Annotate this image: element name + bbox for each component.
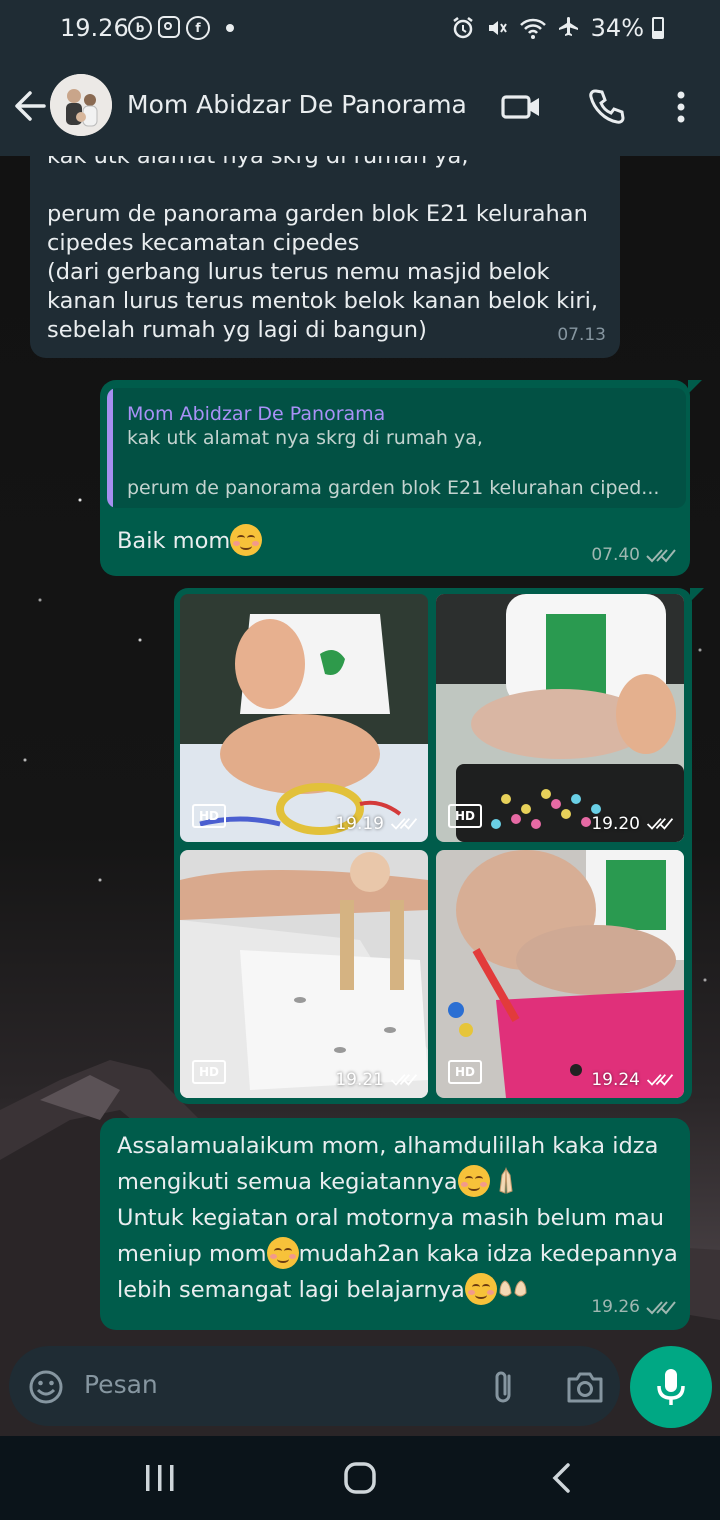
battery-icon	[652, 17, 664, 39]
video-call-icon[interactable]	[500, 86, 542, 128]
message-text-line-2: mengikuti semua kegiatannya	[117, 1169, 458, 1195]
photo-time: 19.20	[591, 814, 674, 834]
back-arrow-icon[interactable]	[12, 86, 48, 126]
contact-avatar[interactable]	[50, 74, 112, 136]
dot-icon	[226, 24, 234, 32]
mute-icon	[488, 21, 507, 35]
contact-name[interactable]: Mom Abidzar De Panorama	[127, 90, 467, 119]
media-album[interactable]: HD 19.19 HD 19.20 HD 19.21 HD 19.24	[174, 588, 704, 1104]
battery-percent: 34%	[590, 14, 644, 42]
facebook-icon: f	[186, 16, 210, 40]
double-check-icon	[646, 548, 676, 562]
hd-badge: HD	[192, 804, 226, 828]
outgoing-message[interactable]: Assalamualaikum mom, alhamdulillah kaka …	[100, 1118, 690, 1330]
back-nav-icon[interactable]	[548, 1462, 578, 1494]
bubble-tail	[688, 380, 702, 394]
photo-time: 19.24	[591, 1070, 674, 1090]
b-icon: b	[128, 16, 152, 40]
message-meta: 07.13	[557, 321, 606, 350]
microphone-icon	[657, 1369, 685, 1405]
smiling-face-emoji	[266, 1237, 299, 1269]
chat-header: Mom Abidzar De Panorama	[0, 60, 720, 156]
airplane-icon	[558, 17, 578, 36]
photo-time: 19.21	[335, 1070, 418, 1090]
message-text-line-4a: meniup mom	[117, 1241, 267, 1267]
double-check-icon	[646, 1300, 676, 1314]
message-text-line-3: Untuk kegiatan oral motornya masih belum…	[117, 1205, 665, 1231]
voice-message-button[interactable]	[630, 1346, 712, 1428]
message-input[interactable]: Pesan	[84, 1370, 158, 1399]
photo-thumbnail[interactable]: HD 19.21	[180, 850, 428, 1098]
photo-time-text: 19.19	[335, 814, 384, 834]
instagram-icon	[158, 16, 180, 38]
message-time: 07.40	[591, 545, 640, 565]
folded-hands-emoji	[499, 1167, 513, 1194]
status-time: 19.26	[60, 14, 129, 42]
message-body: Assalamualaikum mom, alhamdulillah kaka …	[117, 1128, 678, 1308]
double-check-icon	[390, 818, 418, 830]
status-bar: 19.26 b f 34%	[0, 0, 720, 60]
camera-icon[interactable]	[565, 1368, 605, 1406]
message-time: 07.13	[557, 325, 606, 345]
double-check-icon	[646, 1074, 674, 1086]
message-time: 19.26	[591, 1297, 640, 1317]
system-icons: 34%	[451, 14, 644, 42]
photo-thumbnail[interactable]: HD 19.19	[180, 594, 428, 842]
outgoing-reply-message[interactable]: Mom Abidzar De Panorama kak utk alamat n…	[100, 380, 702, 576]
message-text-line-5: lebih semangat lagi belajarnya	[117, 1277, 465, 1303]
message-text-line-1: Assalamualaikum mom, alhamdulillah kaka …	[117, 1133, 659, 1159]
more-options-icon[interactable]	[660, 86, 702, 128]
double-check-icon	[390, 1074, 418, 1086]
wifi-icon	[519, 18, 546, 39]
notification-icons: b f	[128, 16, 234, 40]
recent-apps-icon[interactable]	[142, 1462, 178, 1494]
emoji-icon[interactable]	[27, 1368, 65, 1406]
hd-badge: HD	[192, 1060, 226, 1084]
message-text: kak utk alamat nya skrg di rumah ya, per…	[47, 143, 599, 343]
message-text: Baik mom	[117, 528, 231, 554]
photo-thumbnail[interactable]: HD 19.20	[436, 594, 684, 842]
system-navigation-bar	[0, 1436, 720, 1520]
voice-call-icon[interactable]	[586, 86, 628, 128]
photo-time-text: 19.20	[591, 814, 640, 834]
smiling-face-emoji	[230, 524, 263, 556]
smiling-face-emoji	[464, 1273, 497, 1305]
alarm-icon	[452, 17, 473, 39]
message-text-line-4b: mudah2an kaka idza kedepannya	[298, 1241, 678, 1267]
quoted-message[interactable]: Mom Abidzar De Panorama kak utk alamat n…	[107, 388, 686, 508]
quoted-text: kak utk alamat nya skrg di rumah ya, per…	[127, 427, 660, 499]
message-text-line: Baik mom	[117, 524, 263, 556]
palms-up-emoji	[499, 1280, 527, 1297]
attach-icon[interactable]	[487, 1368, 521, 1406]
photo-thumbnail[interactable]: HD 19.24	[436, 850, 684, 1098]
message-meta: 19.26	[591, 1293, 676, 1322]
photo-time-text: 19.21	[335, 1070, 384, 1090]
quoted-sender: Mom Abidzar De Panorama	[127, 403, 386, 425]
home-icon[interactable]	[342, 1460, 378, 1496]
hd-badge: HD	[448, 1060, 482, 1084]
message-meta: 07.40	[591, 541, 676, 570]
photo-time-text: 19.24	[591, 1070, 640, 1090]
photo-time: 19.19	[335, 814, 418, 834]
hd-badge: HD	[448, 804, 482, 828]
bubble-tail	[690, 588, 704, 602]
double-check-icon	[646, 818, 674, 830]
message-composer: Pesan	[9, 1346, 620, 1426]
smiling-face-emoji	[457, 1165, 490, 1197]
